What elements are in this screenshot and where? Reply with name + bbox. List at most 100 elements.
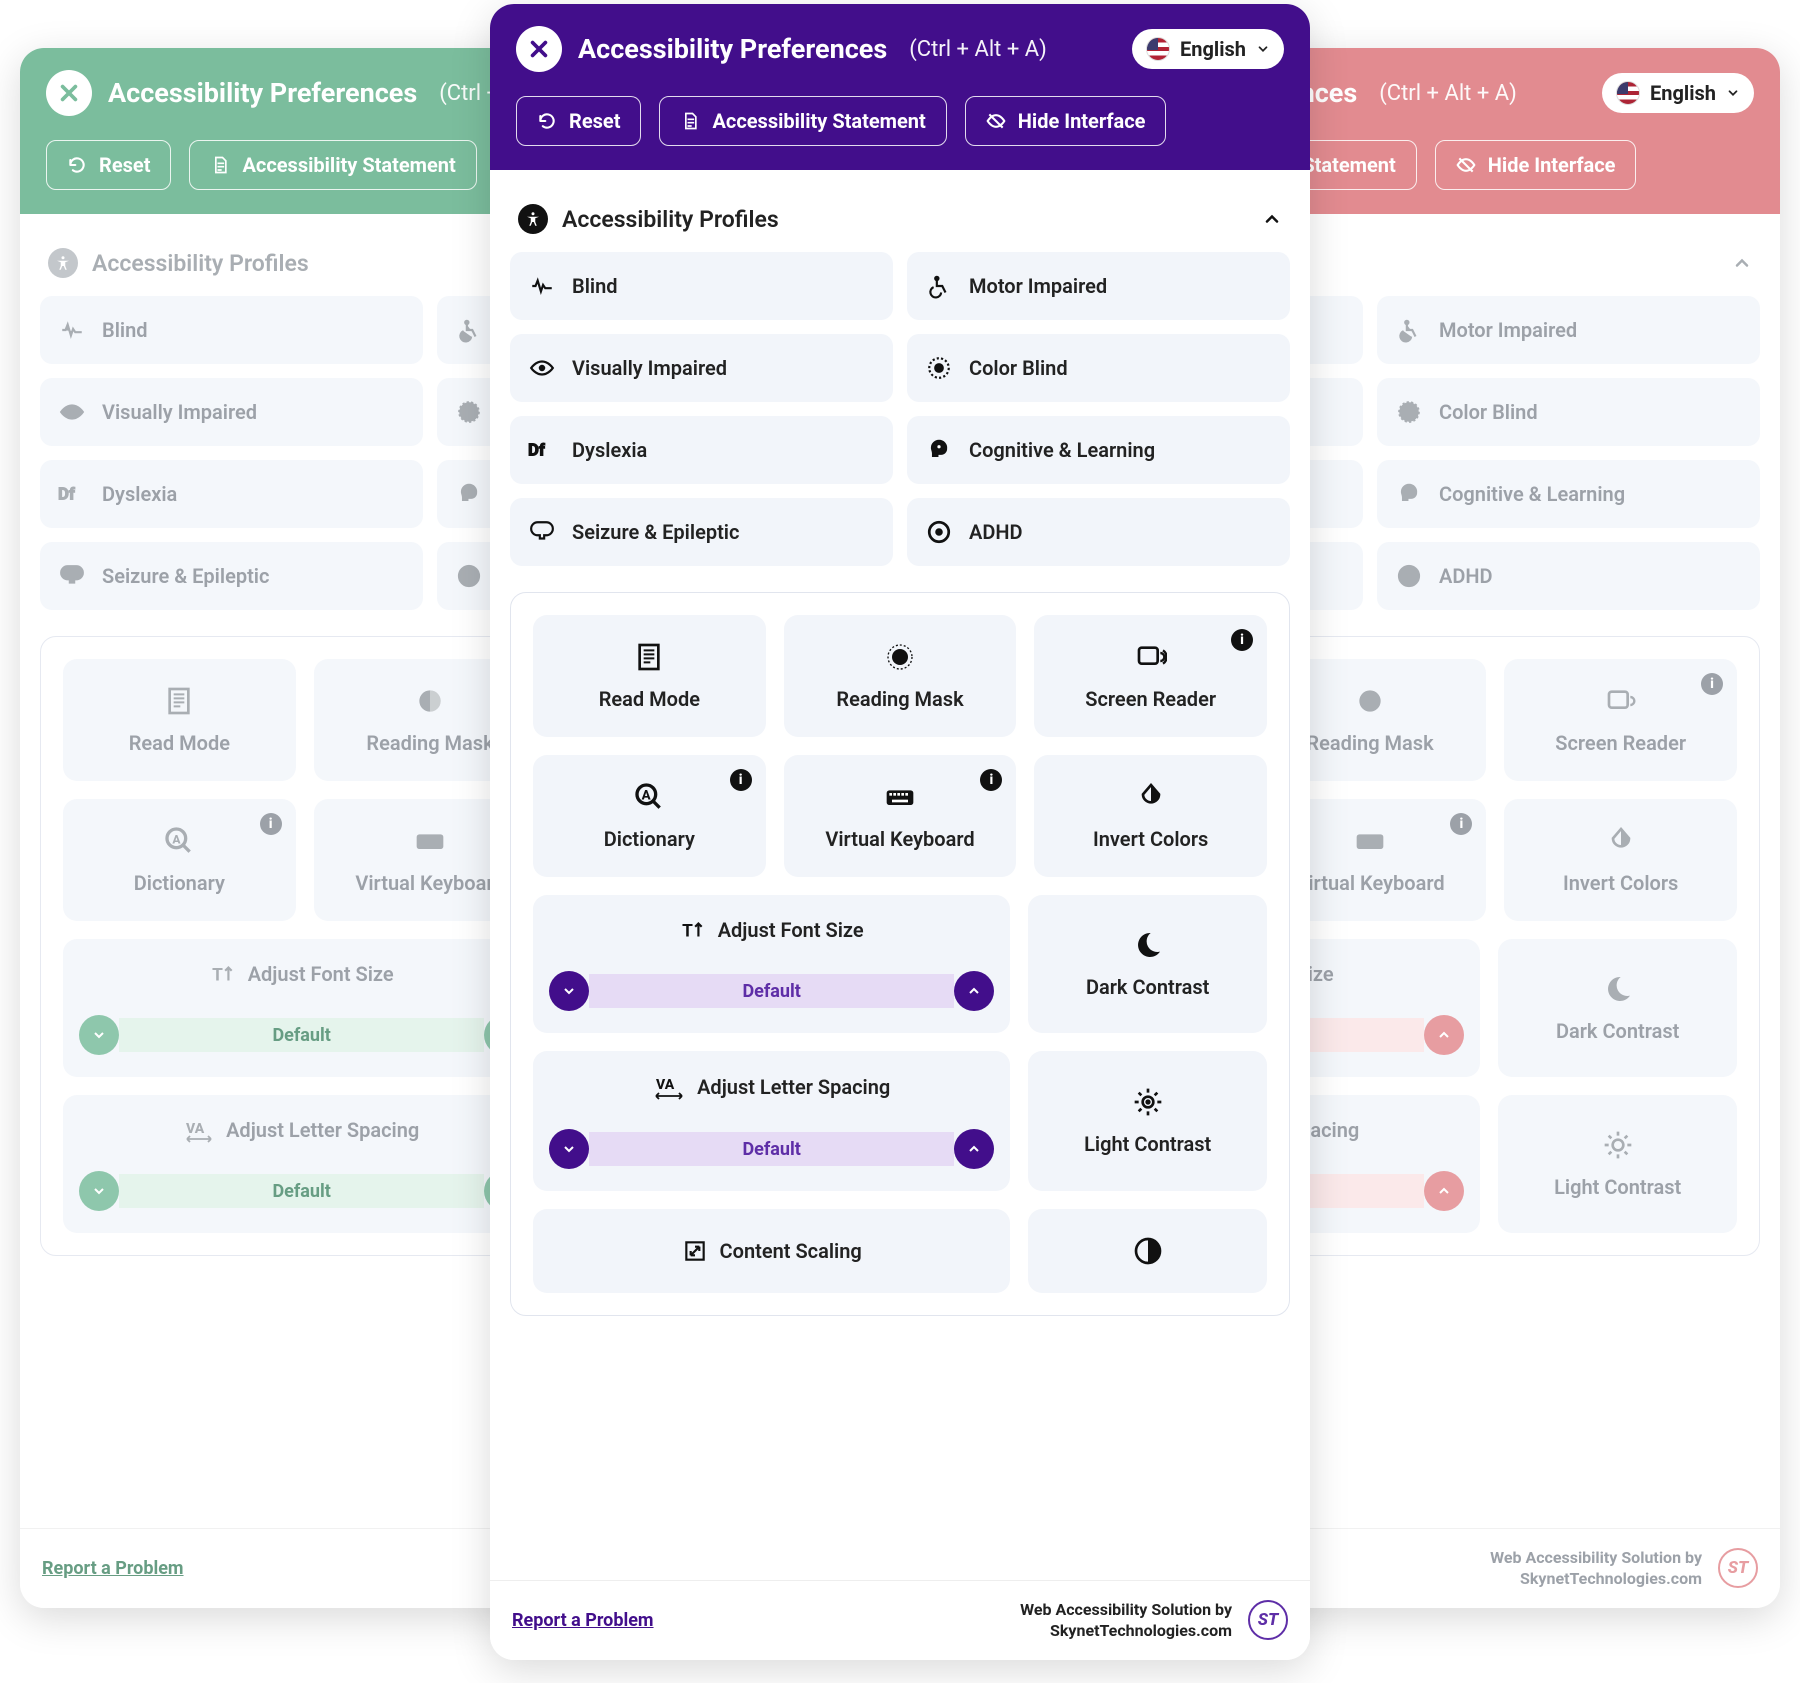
language-label: English: [1180, 37, 1246, 61]
profile-colorblind[interactable]: Color Blind: [1377, 378, 1760, 446]
keyboard-icon: [884, 781, 916, 813]
contrast-icon: [1132, 1235, 1164, 1267]
opt-dictionary[interactable]: iADictionary: [533, 755, 766, 877]
font-size-icon: T: [210, 961, 236, 987]
screen-audio-icon: [1135, 641, 1167, 673]
reset-button[interactable]: Reset: [516, 96, 641, 146]
opt-read-mode[interactable]: Read Mode: [533, 615, 766, 737]
info-icon[interactable]: i: [260, 813, 282, 835]
statement-button[interactable]: Accessibility Statement: [659, 96, 946, 146]
profile-motor[interactable]: Motor Impaired: [907, 252, 1290, 320]
document-icon: [680, 111, 700, 131]
profile-cognitive[interactable]: Cognitive & Learning: [1377, 460, 1760, 528]
profile-dyslexia[interactable]: DfDyslexia: [40, 460, 423, 528]
opt-light-contrast[interactable]: Light Contrast: [1028, 1051, 1267, 1191]
hide-button[interactable]: Hide Interface: [1435, 140, 1637, 190]
language-selector[interactable]: English: [1602, 73, 1754, 113]
svg-text:T: T: [212, 966, 223, 986]
info-icon[interactable]: i: [730, 769, 752, 791]
accessibility-icon: [518, 204, 548, 234]
scale-icon: [682, 1238, 708, 1264]
opt-dark-contrast[interactable]: Dark Contrast: [1028, 895, 1267, 1033]
title: Accessibility Preferences: [578, 33, 887, 65]
increase-button[interactable]: [1424, 1015, 1464, 1055]
opt-adjust-font[interactable]: TAdjust Font Size Default: [533, 895, 1010, 1033]
decrease-button[interactable]: [549, 1129, 589, 1169]
decrease-button[interactable]: [79, 1015, 119, 1055]
svg-text:Df: Df: [58, 485, 76, 505]
chevron-down-icon: [1726, 86, 1740, 100]
info-icon[interactable]: i: [1231, 629, 1253, 651]
opt-contrast-partial[interactable]: [1028, 1209, 1267, 1293]
sun-icon: [1132, 1086, 1164, 1118]
accessibility-icon: [48, 248, 78, 278]
font-size-icon: T: [680, 917, 706, 943]
hide-button[interactable]: Hide Interface: [965, 96, 1167, 146]
profile-cognitive[interactable]: Cognitive & Learning: [907, 416, 1290, 484]
profile-blind[interactable]: Blind: [510, 252, 893, 320]
close-button[interactable]: [516, 26, 562, 72]
increase-button[interactable]: [1424, 1171, 1464, 1211]
refresh-icon: [67, 155, 87, 175]
stepper-value: Default: [589, 974, 954, 1008]
opt-dark-contrast[interactable]: Dark Contrast: [1498, 939, 1737, 1077]
opt-light-contrast[interactable]: Light Contrast: [1498, 1095, 1737, 1233]
statement-button[interactable]: Accessibility Statement: [189, 140, 476, 190]
opt-dictionary[interactable]: iADictionary: [63, 799, 296, 921]
profile-adhd[interactable]: ADHD: [1377, 542, 1760, 610]
decrease-button[interactable]: [549, 971, 589, 1011]
brand-logo: ST: [1718, 1548, 1758, 1588]
profile-dyslexia[interactable]: DfDyslexia: [510, 416, 893, 484]
opt-virtual-keyboard[interactable]: iVirtual Keyboard: [784, 755, 1017, 877]
eye-slash-icon: [1456, 155, 1476, 175]
svg-text:A: A: [642, 789, 652, 804]
opt-screen-reader[interactable]: iScreen Reader: [1504, 659, 1737, 781]
profile-visual[interactable]: Visually Impaired: [510, 334, 893, 402]
waveform-icon: [528, 272, 556, 300]
decrease-button[interactable]: [79, 1171, 119, 1211]
opt-read-mode[interactable]: Read Mode: [63, 659, 296, 781]
moon-icon: [1602, 973, 1634, 1005]
profile-blind[interactable]: Blind: [40, 296, 423, 364]
increase-button[interactable]: [954, 971, 994, 1011]
language-selector[interactable]: English: [1132, 29, 1284, 69]
chevron-down-icon: [91, 1183, 107, 1199]
increase-button[interactable]: [954, 1129, 994, 1169]
info-icon[interactable]: i: [1701, 673, 1723, 695]
opt-invert[interactable]: Invert Colors: [1504, 799, 1737, 921]
chevron-up-icon: [1262, 209, 1282, 229]
report-link[interactable]: Report a Problem: [512, 1610, 654, 1631]
profiles-heading-row[interactable]: Accessibility Profiles: [510, 194, 1290, 252]
profile-adhd[interactable]: ADHD: [907, 498, 1290, 566]
info-icon[interactable]: i: [980, 769, 1002, 791]
color-wheel-icon: [925, 354, 953, 382]
report-link[interactable]: Report a Problem: [42, 1558, 184, 1579]
opt-reading-mask[interactable]: Reading Mask: [784, 615, 1017, 737]
profile-motor[interactable]: Motor Impaired: [1377, 296, 1760, 364]
opt-adjust-font[interactable]: T Adjust Font Size Default: [63, 939, 540, 1077]
mask-icon: [884, 641, 916, 673]
document-icon: [210, 155, 230, 175]
reset-button[interactable]: Reset: [46, 140, 171, 190]
profile-colorblind[interactable]: Color Blind: [907, 334, 1290, 402]
opt-invert[interactable]: Invert Colors: [1034, 755, 1267, 877]
letter-spacing-icon: VA: [653, 1073, 685, 1101]
profile-seizure[interactable]: Seizure & Epileptic: [40, 542, 423, 610]
opt-screen-reader[interactable]: iScreen Reader: [1034, 615, 1267, 737]
profile-seizure[interactable]: Seizure & Epileptic: [510, 498, 893, 566]
chevron-up-icon: [966, 983, 982, 999]
chevron-down-icon: [91, 1027, 107, 1043]
info-icon[interactable]: i: [1450, 813, 1472, 835]
panel-purple: Accessibility Preferences (Ctrl + Alt + …: [490, 4, 1310, 1660]
chevron-down-icon: [1256, 42, 1270, 56]
stepper-value: Default: [119, 1174, 484, 1208]
chevron-up-icon: [966, 1141, 982, 1157]
shortcut: (Ctrl + Alt + A): [909, 37, 1047, 62]
opt-adjust-letter[interactable]: VAAdjust Letter Spacing Default: [533, 1051, 1010, 1191]
brain-icon: [528, 518, 556, 546]
refresh-icon: [537, 111, 557, 131]
close-button[interactable]: [46, 70, 92, 116]
profile-visual[interactable]: Visually Impaired: [40, 378, 423, 446]
opt-content-scaling[interactable]: Content Scaling: [533, 1209, 1010, 1293]
opt-adjust-letter[interactable]: VA Adjust Letter Spacing Default: [63, 1095, 540, 1233]
